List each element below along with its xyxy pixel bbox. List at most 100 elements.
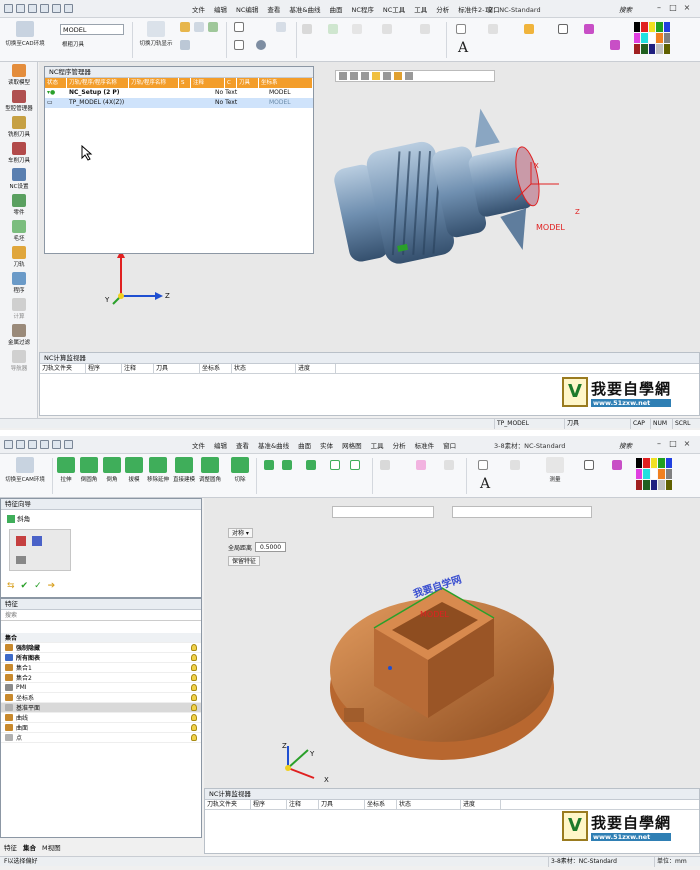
menu-analysis[interactable]: 分析 — [433, 4, 452, 14]
tab-set[interactable]: 集合 — [23, 842, 36, 852]
sweep-icon[interactable] — [306, 460, 316, 470]
surface-icon[interactable] — [524, 24, 534, 34]
tools-icon[interactable] — [584, 24, 594, 34]
menu-standard-parts[interactable]: 标准件 — [455, 4, 481, 14]
text-icon[interactable]: A — [452, 40, 474, 56]
holder-icon[interactable] — [180, 40, 190, 50]
draft-button[interactable]: 拔模 — [124, 457, 144, 483]
zoom-view-icon[interactable] — [361, 72, 369, 80]
patch-icon[interactable] — [282, 460, 292, 470]
tree-item[interactable]: 曲面 — [1, 723, 201, 733]
open-icon[interactable] — [16, 4, 25, 13]
menu-nc-edit[interactable]: NC编辑 — [233, 4, 261, 14]
new-icon[interactable] — [28, 4, 37, 13]
menu-mesh[interactable]: 网格图 — [339, 440, 365, 450]
visibility-bulb-icon[interactable] — [191, 674, 197, 681]
tab-m-view[interactable]: M视图 — [42, 842, 61, 852]
pan-icon[interactable] — [350, 72, 358, 80]
keep-feature-button[interactable]: 保留特征 — [228, 556, 261, 566]
left-item-mill-tool[interactable]: 铣削刀具 — [0, 114, 38, 140]
left-item-cavity-manager[interactable]: 型腔管理器 — [0, 88, 38, 114]
surface-tool-icon[interactable] — [264, 460, 274, 470]
tree-header[interactable]: 集合 — [1, 633, 201, 643]
color-palette[interactable] — [636, 458, 672, 490]
guide-option-box[interactable] — [9, 529, 71, 571]
tree-item[interactable]: 坐标系 — [1, 693, 201, 703]
dimension-icon[interactable] — [456, 24, 466, 34]
col-cs[interactable]: 坐标系 — [200, 364, 232, 373]
display-mode-icon[interactable] — [383, 72, 391, 80]
gear-part[interactable] — [319, 92, 579, 292]
axis-icon[interactable] — [444, 460, 454, 470]
shade-icon[interactable] — [394, 72, 402, 80]
adjust-fillet-button[interactable]: 调整圆角 — [198, 457, 222, 483]
left-item-metal-filter[interactable]: 金属过滤 — [0, 322, 38, 348]
menu-surface[interactable]: 曲面 — [326, 4, 345, 14]
left-item-toolpath[interactable]: 刀轨 — [0, 244, 38, 270]
col-tool[interactable]: 刀具 — [154, 364, 200, 373]
menu-tools[interactable]: 工具 — [411, 4, 430, 14]
switch-cam-button[interactable]: 切换至CAM环境 — [4, 457, 46, 483]
graphics-viewport[interactable]: 对称 ▾ 全局距离 0.5000 保留特征 我要自学网 MODEL Z Y X — [204, 498, 700, 788]
menu-datum-curve[interactable]: 基准&曲线 — [286, 4, 323, 14]
col-note[interactable]: 注释 — [122, 364, 154, 373]
search-label[interactable]: 搜索 — [619, 440, 632, 450]
diagonal-icon[interactable] — [488, 24, 498, 34]
col-status[interactable]: 状态 — [45, 78, 67, 88]
col-c[interactable]: C — [225, 78, 237, 88]
tree-item[interactable]: 曲线 — [1, 713, 201, 723]
visibility-bulb-icon[interactable] — [191, 684, 197, 691]
option-icon[interactable] — [610, 40, 620, 50]
col-tool[interactable]: 刀具 — [319, 800, 365, 809]
close-icon[interactable]: × — [682, 439, 692, 449]
menu-tools[interactable]: 工具 — [368, 440, 387, 450]
left-item-nc-setup[interactable]: NC设置 — [0, 166, 38, 192]
menu-datum-curve[interactable]: 基准&曲线 — [255, 440, 292, 450]
option-face-icon[interactable] — [32, 536, 42, 546]
tree-item[interactable]: 强制隐藏 — [1, 643, 201, 653]
diagonal-icon[interactable] — [510, 460, 520, 470]
left-item-program[interactable]: 程序 — [0, 270, 38, 296]
distance-input[interactable]: 0.5000 — [255, 542, 287, 552]
menu-edit[interactable]: 编辑 — [211, 4, 230, 14]
new-icon[interactable] — [28, 440, 37, 449]
col-note[interactable]: 注释 — [287, 800, 319, 809]
dimension-icon[interactable] — [478, 460, 488, 470]
chamfer-button[interactable]: 倒角 — [102, 457, 122, 483]
col-folder[interactable]: 刀轨文件夹 — [205, 800, 251, 809]
datum-plane-icon[interactable] — [328, 24, 338, 34]
maximize-icon[interactable]: □ — [668, 439, 678, 449]
datum-plane-icon[interactable] — [416, 460, 426, 470]
tree-item[interactable]: 基准平面 — [1, 703, 201, 713]
tree-item[interactable]: 点 — [1, 733, 201, 743]
left-item-part[interactable]: 零件 — [0, 192, 38, 218]
list-icon[interactable] — [234, 40, 244, 50]
visibility-bulb-icon[interactable] — [191, 664, 197, 671]
roughing-tool-button[interactable]: 根粗刀具 — [62, 40, 122, 48]
open-icon[interactable] — [16, 440, 25, 449]
guide-ok-icon[interactable]: ✔ — [21, 581, 29, 591]
text-icon[interactable]: A — [474, 476, 496, 492]
remove-extend-button[interactable]: 移除延伸 — [146, 457, 170, 483]
col-note[interactable]: 注释 — [191, 78, 225, 88]
zoom-icon[interactable] — [558, 24, 568, 34]
minimize-icon[interactable]: – — [654, 3, 664, 13]
view-orient-icon[interactable] — [405, 72, 413, 80]
search-label[interactable]: 搜索 — [619, 4, 632, 14]
option-list-icon[interactable] — [16, 556, 26, 564]
col-program[interactable]: 程序 — [86, 364, 122, 373]
col-path-name[interactable]: 刀轨/程序/程序名称 — [67, 78, 129, 88]
stock-icon[interactable] — [194, 22, 204, 32]
minimize-icon[interactable]: – — [654, 439, 664, 449]
rotate-icon[interactable] — [339, 72, 347, 80]
chamfer-item[interactable]: 斜角 — [1, 510, 201, 526]
line-icon[interactable] — [382, 24, 392, 34]
guide-back-icon[interactable]: ⇆ — [7, 581, 15, 591]
tree-item[interactable]: 集合1 — [1, 663, 201, 673]
menu-view[interactable]: 查看 — [233, 440, 252, 450]
visibility-bulb-icon[interactable] — [191, 724, 197, 731]
tools-icon[interactable] — [612, 460, 622, 470]
menu-window[interactable]: 窗口 — [440, 440, 459, 450]
visibility-bulb-icon[interactable] — [191, 654, 197, 661]
col-cs[interactable]: 坐标系 — [365, 800, 397, 809]
